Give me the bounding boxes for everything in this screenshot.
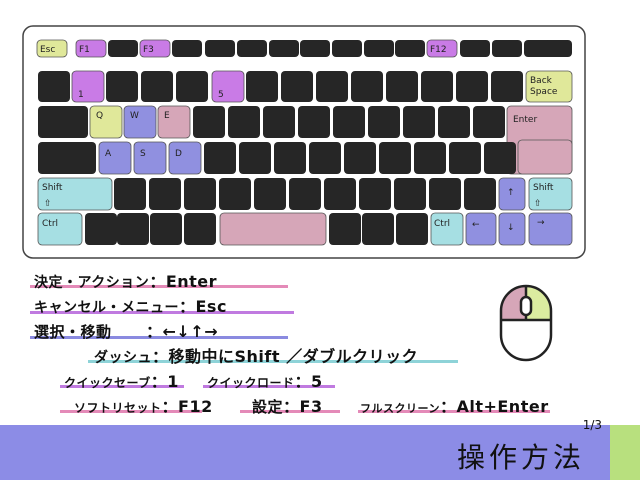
settings-label: 設定 <box>252 398 284 416</box>
mouse-icon <box>499 284 553 362</box>
softreset-label: ソフトリセット <box>74 401 162 415</box>
decide-value: ：Enter <box>149 272 218 291</box>
cancel-value: ：Esc <box>179 297 227 316</box>
control-row-fullscreen: フルスクリーン：Alt+Enter <box>360 393 549 417</box>
control-row-select: 選択・移動 ：←↓↑→ <box>34 318 218 342</box>
mouse-wheel <box>519 295 533 317</box>
dash-label: ダッシュ <box>94 350 152 366</box>
fullscreen-value: ：Alt+Enter <box>439 397 549 416</box>
control-row-dash: ダッシュ：移動中にShift ／ダブルクリック <box>94 343 418 367</box>
control-row-cancel: キャンセル・メニュー：Esc <box>34 293 227 317</box>
control-row-quicksave: クイックセーブ：1 <box>64 368 179 392</box>
dash-value: ：移動中にShift ／ダブルクリック <box>152 347 419 366</box>
quicksave-value: ：1 <box>150 372 179 391</box>
control-row-quickload: クイックロード：5 <box>207 368 323 392</box>
control-row-settings: 設定：F3 <box>252 393 323 417</box>
quicksave-label: クイックセーブ <box>64 376 151 390</box>
quickload-value: ：5 <box>294 372 323 391</box>
select-value: ：←↓↑→ <box>146 322 219 341</box>
page-counter: 1/3 <box>582 418 602 432</box>
footer-accent <box>610 425 640 480</box>
settings-value: ：F3 <box>283 397 323 416</box>
cancel-label: キャンセル・メニュー <box>34 300 179 316</box>
fullscreen-label: フルスクリーン <box>360 402 440 415</box>
quickload-label: クイックロード <box>207 376 295 390</box>
select-label: 選択・移動 <box>34 323 112 341</box>
control-row-softreset: ソフトリセット：F12 <box>74 393 213 417</box>
control-row-decide: 決定・アクション：Enter <box>34 268 217 292</box>
page-title: 操作方法 <box>456 441 585 474</box>
decide-label: 決定・アクション <box>34 275 150 291</box>
softreset-value: ：F12 <box>161 397 213 416</box>
